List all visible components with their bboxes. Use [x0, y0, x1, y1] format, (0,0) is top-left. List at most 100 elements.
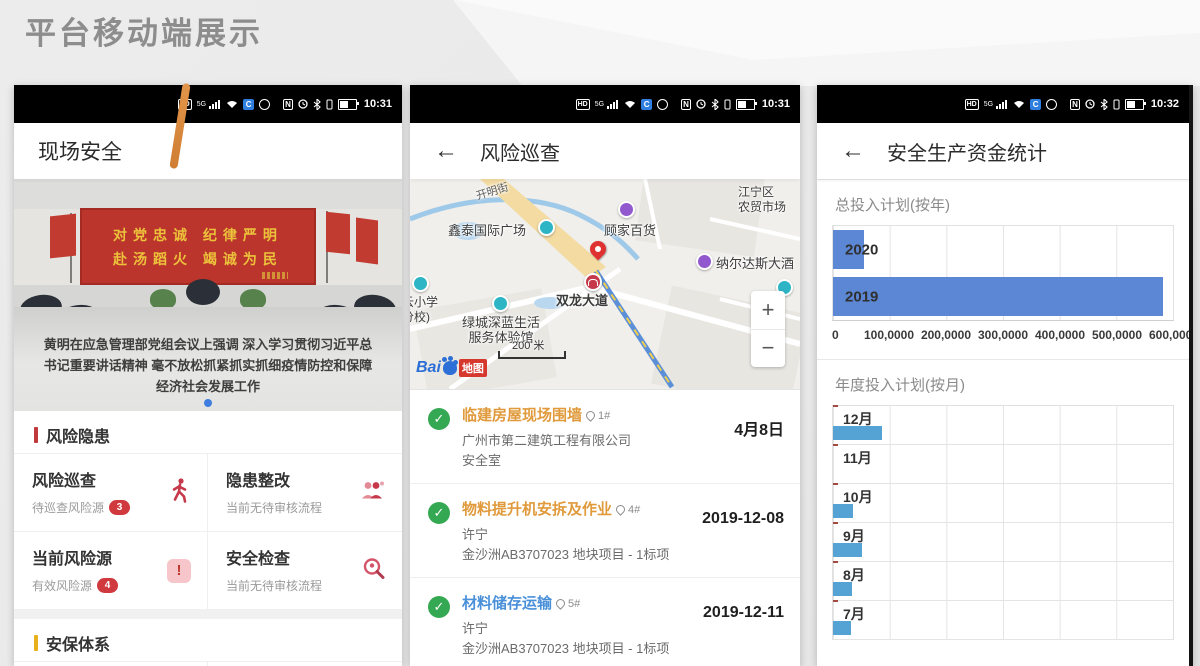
map-poi-label: 云小学分校)	[410, 295, 438, 325]
battery-icon	[736, 99, 755, 110]
pin-number: 4#	[616, 504, 640, 516]
card-risk-patrol[interactable]: 风险巡查 待巡查风险源 3	[14, 454, 208, 532]
map-road-label: 双龙大道	[556, 293, 608, 308]
month-chart: 12月 11月 10月 9月 8月	[832, 405, 1174, 640]
app-header: 现场安全	[14, 123, 402, 179]
data-saver-icon	[657, 99, 668, 110]
chart-row: 2020	[833, 226, 1173, 273]
news-caption[interactable]: 黄明在应急管理部党组会议上强调 深入学习贯彻习近平总书记重要讲话精神 毫不放松抓…	[40, 334, 376, 397]
status-bar: HD 5G C N 10:31	[14, 85, 402, 123]
vibrate-icon	[326, 99, 333, 110]
card-safety-responsibility[interactable]: 安全生产责...	[208, 662, 402, 666]
zoom-out-button[interactable]: −	[751, 330, 785, 368]
slide-title: 平台移动端展示	[25, 8, 263, 53]
banner-text: 对党忠诚 纪律严明	[113, 225, 283, 245]
signal-icon	[209, 99, 221, 109]
news-carousel[interactable]: 对党忠诚 纪律严明 赴汤蹈火 竭诚为民 黄明在应急管理部党组会议上强调 深入学习…	[14, 179, 402, 411]
item-date: 2019-12-08	[702, 510, 784, 565]
chart-bar-2019	[833, 277, 1163, 316]
map-poi-icon	[492, 295, 509, 312]
map-poi-icon	[538, 219, 555, 236]
walking-person-icon	[169, 477, 191, 508]
back-button[interactable]: ←	[434, 137, 480, 165]
back-button[interactable]: ←	[841, 137, 887, 165]
signal-icon	[607, 99, 619, 109]
alarm-icon	[696, 99, 706, 109]
page-title: 风险巡查	[480, 137, 560, 166]
pin-number: 1#	[586, 410, 610, 422]
chart-row: 8月	[833, 562, 1173, 601]
carousel-indicator-dot	[204, 399, 212, 407]
inspection-list: ✓ 临建房屋现场围墙 1# 广州市第二建筑工程有限公司 安全室 4月8日 ✓ 物…	[410, 390, 800, 666]
list-item[interactable]: ✓ 材料储存运输 5# 许宁 金沙洲AB3707023 地块项目 - 1标项 2…	[410, 578, 800, 666]
banner-text: 赴汤蹈火 竭诚为民	[113, 249, 283, 269]
app-header: ← 安全生产资金统计	[817, 123, 1189, 179]
status-bar: HD 5G C N 10:31	[410, 85, 800, 123]
card-safety-check[interactable]: 安全检查 当前无待审核流程	[208, 532, 402, 610]
baidu-maps-logo: Bai 地图	[416, 359, 487, 377]
map[interactable]: 开明街 鑫泰国际广场 顾家百货 江宁区农贸市场 纳尔达斯大酒 双龙大道 绿城深蓝…	[410, 179, 800, 390]
map-zoom-control: + −	[751, 291, 785, 367]
flag	[50, 214, 76, 259]
item-date: 2019-12-11	[703, 604, 784, 659]
data-saver-icon	[259, 99, 270, 110]
vibrate-icon	[1113, 99, 1120, 110]
network-type-icon: 5G	[984, 101, 993, 108]
background-shape	[430, 0, 1200, 86]
banner-signature	[262, 272, 288, 279]
search-pin-icon	[362, 556, 386, 585]
check-icon: ✓	[428, 596, 450, 618]
month-chart-title: 年度投入计划(按月)	[817, 360, 1189, 405]
map-poi-label: 江宁区农贸市场	[738, 185, 786, 215]
section-risk-hazard: 风险隐患	[14, 411, 402, 453]
network-type-icon: 5G	[197, 101, 206, 108]
map-scale-bar	[498, 351, 566, 359]
chart-row: 11月	[833, 445, 1173, 484]
section-security-system: 安保体系	[14, 619, 402, 661]
phone-screenshot-funds-statistics: HD 5G C N 10:32 ← 安全生产资金统计 总投入计划(按年) 202…	[817, 85, 1193, 666]
year-chart: 2020 2019	[832, 225, 1174, 321]
exclamation-icon: !	[167, 559, 191, 583]
meeting-photo	[14, 179, 402, 209]
app-chip-icon: C	[243, 99, 254, 110]
background-shape	[455, 0, 1200, 60]
card-safety-target[interactable]: 安全生产目标	[14, 662, 208, 666]
people-discussion-icon	[360, 479, 386, 506]
page-title: 安全生产资金统计	[887, 137, 1047, 166]
map-poi-icon	[696, 253, 713, 270]
battery-icon	[338, 99, 357, 110]
clock-time: 10:31	[762, 98, 790, 110]
chart-row: 7月	[833, 601, 1173, 640]
app-chip-icon: C	[641, 99, 652, 110]
flag	[356, 217, 378, 264]
card-current-risk-source[interactable]: 当前风险源 有效风险源 4 !	[14, 532, 208, 610]
card-hazard-rectify[interactable]: 隐患整改 当前无待审核流程	[208, 454, 402, 532]
wifi-icon	[624, 100, 636, 109]
signal-icon	[996, 99, 1008, 109]
flag	[326, 212, 350, 255]
bluetooth-icon	[1100, 99, 1108, 110]
section-title: 安保体系	[46, 631, 110, 655]
pin-icon	[584, 409, 597, 422]
map-poi-label: 顾家百货	[604, 223, 656, 238]
year-chart-title: 总投入计划(按年)	[817, 180, 1189, 225]
hd-icon: HD	[576, 99, 590, 110]
alarm-icon	[1085, 99, 1095, 109]
risk-card-grid: 风险巡查 待巡查风险源 3 隐患整改 当前无待审核流程 当前风险源 有效风险源 …	[14, 453, 402, 610]
wifi-icon	[1013, 100, 1025, 109]
nfc-icon: N	[1070, 99, 1080, 110]
wifi-icon	[226, 100, 238, 109]
pin-icon	[614, 503, 627, 516]
chart-row: 9月	[833, 523, 1173, 562]
app-chip-icon: C	[1030, 99, 1041, 110]
bluetooth-icon	[711, 99, 719, 110]
section-divider	[14, 610, 402, 619]
nfc-icon: N	[283, 99, 293, 110]
alarm-icon	[298, 99, 308, 109]
check-icon: ✓	[428, 502, 450, 524]
list-item[interactable]: ✓ 临建房屋现场围墙 1# 广州市第二建筑工程有限公司 安全室 4月8日	[410, 390, 800, 484]
network-type-icon: 5G	[595, 101, 604, 108]
zoom-in-button[interactable]: +	[751, 291, 785, 330]
map-poi-icon	[412, 275, 429, 292]
list-item[interactable]: ✓ 物料提升机安拆及作业 4# 许宁 金沙洲AB3707023 地块项目 - 1…	[410, 484, 800, 578]
